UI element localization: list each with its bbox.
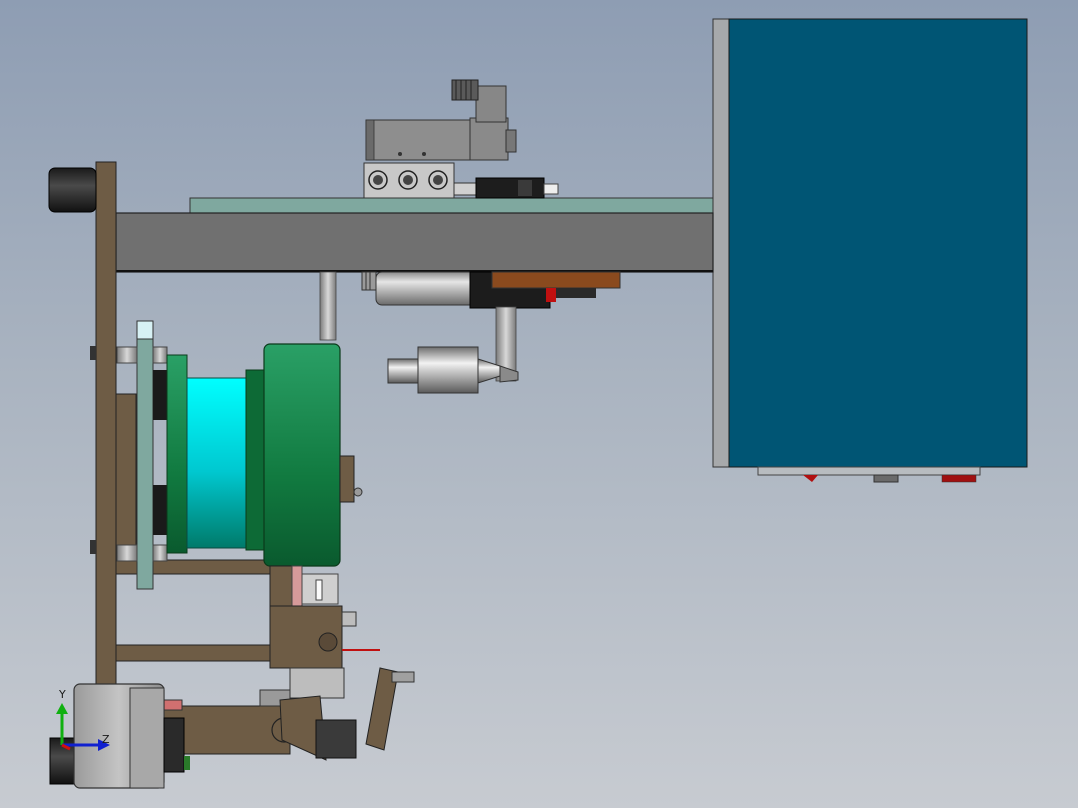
support-rod-left bbox=[319, 271, 337, 341]
drive-motor bbox=[361, 271, 621, 309]
assembly-drawing bbox=[48, 18, 1028, 789]
control-cabinet bbox=[712, 18, 1028, 483]
drum-assembly bbox=[116, 320, 363, 590]
axis-y-label: Y bbox=[59, 688, 66, 701]
mounting-plate bbox=[189, 197, 714, 214]
lower-mechanism bbox=[159, 565, 415, 761]
horizontal-beam bbox=[115, 212, 714, 273]
pressure-fitting bbox=[475, 177, 559, 199]
cad-viewport[interactable]: Y Z bbox=[0, 0, 1078, 808]
axis-z-label: Z bbox=[102, 733, 110, 746]
